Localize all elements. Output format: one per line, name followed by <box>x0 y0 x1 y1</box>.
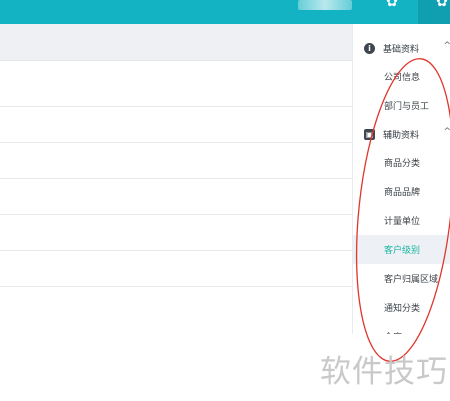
settings-button[interactable]: ✿ <box>418 0 450 24</box>
menu-group-auxiliary[interactable]: ▣ 辅助资料 ^ <box>353 120 450 148</box>
chevron-up-icon: ^ <box>443 127 450 137</box>
menu-group-label: 辅助资料 <box>383 130 420 141</box>
side-menu-panel: i 基础资料 ^ 公司信息 部门与员工 ▣ 辅助资料 ^ 商品分类 商品品牌 计… <box>352 24 450 334</box>
table-row <box>0 250 352 251</box>
menu-item-customer-region[interactable]: 客户归属区域 <box>353 264 450 293</box>
menu-item-customer-level[interactable]: 客户级别 <box>353 235 450 264</box>
info-icon: i <box>364 42 375 54</box>
menu-item-unit[interactable]: 计量单位 <box>353 206 450 235</box>
table-row <box>0 142 352 143</box>
menu-item-product-brand[interactable]: 商品品牌 <box>353 177 450 206</box>
menu-item-product-category[interactable]: 商品分类 <box>353 148 450 177</box>
settings-icon: ✿ <box>436 0 448 10</box>
table-row <box>0 178 352 179</box>
box-icon: ▣ <box>364 128 375 140</box>
watermark-text: 软件技巧 <box>320 354 448 390</box>
menu-item-warehouse[interactable]: 仓库 <box>353 322 450 334</box>
table-row <box>0 286 352 287</box>
menu-item-notice-category[interactable]: 通知分类 <box>353 293 450 322</box>
table-row <box>0 106 352 107</box>
menu-group-basic[interactable]: i 基础资料 ^ <box>353 34 450 62</box>
top-bar: ✿ ✿ <box>0 0 450 24</box>
menu-item-department-staff[interactable]: 部门与员工 <box>353 91 450 120</box>
gear-icon[interactable]: ✿ <box>384 0 400 10</box>
table-header <box>0 24 352 61</box>
menu-group-label: 基础资料 <box>383 44 420 55</box>
chevron-up-icon: ^ <box>443 41 450 51</box>
blurred-area <box>298 0 352 10</box>
table-row <box>0 214 352 215</box>
data-table <box>0 24 352 334</box>
menu-item-company-info[interactable]: 公司信息 <box>353 62 450 91</box>
